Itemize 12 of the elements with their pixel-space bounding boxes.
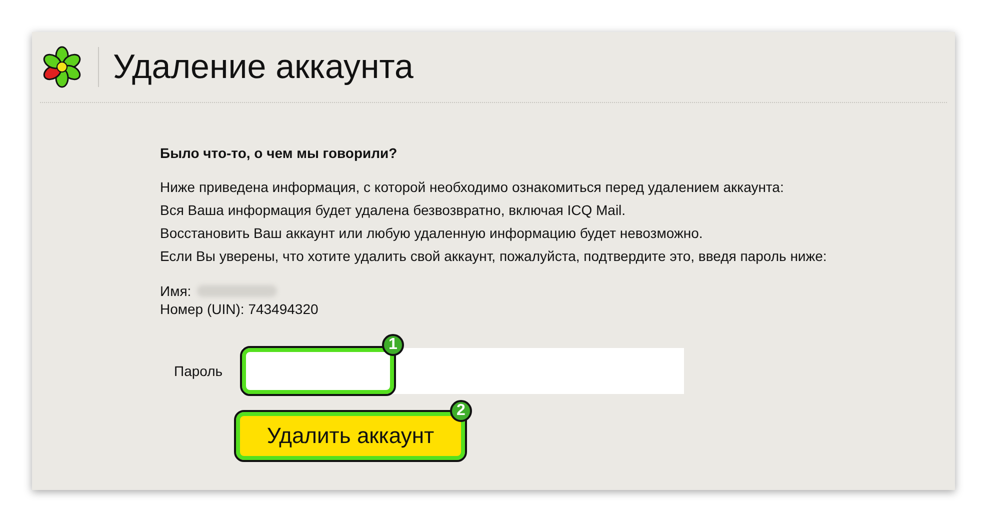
section-heading: Было что-то, о чем мы говорили?	[160, 145, 398, 161]
name-label: Имя:	[160, 282, 192, 300]
info-text: Восстановить Ваш аккаунт или любую удаленную информацию будет невозможно.	[160, 224, 704, 243]
info-text: Если Вы уверены, что хотите удалить свой аккаунт, пожалуйста, подтвердите это, введя пароль ниже:	[160, 247, 828, 266]
info-text: Вся Ваша информация будет удалена безвозвратно, включая ICQ Mail.	[160, 201, 627, 220]
uin-text: Номер (UIN): 743494320	[160, 300, 320, 318]
password-label: Пароль	[174, 363, 224, 379]
page-title: Удаление аккаунта	[113, 48, 414, 86]
step-badge: 1	[382, 334, 404, 356]
step-badge: 2	[450, 400, 472, 422]
password-field[interactable]	[242, 348, 684, 394]
info-text: Ниже приведена информация, с которой необходимо ознакомиться перед удалением аккаунта:	[160, 178, 785, 197]
